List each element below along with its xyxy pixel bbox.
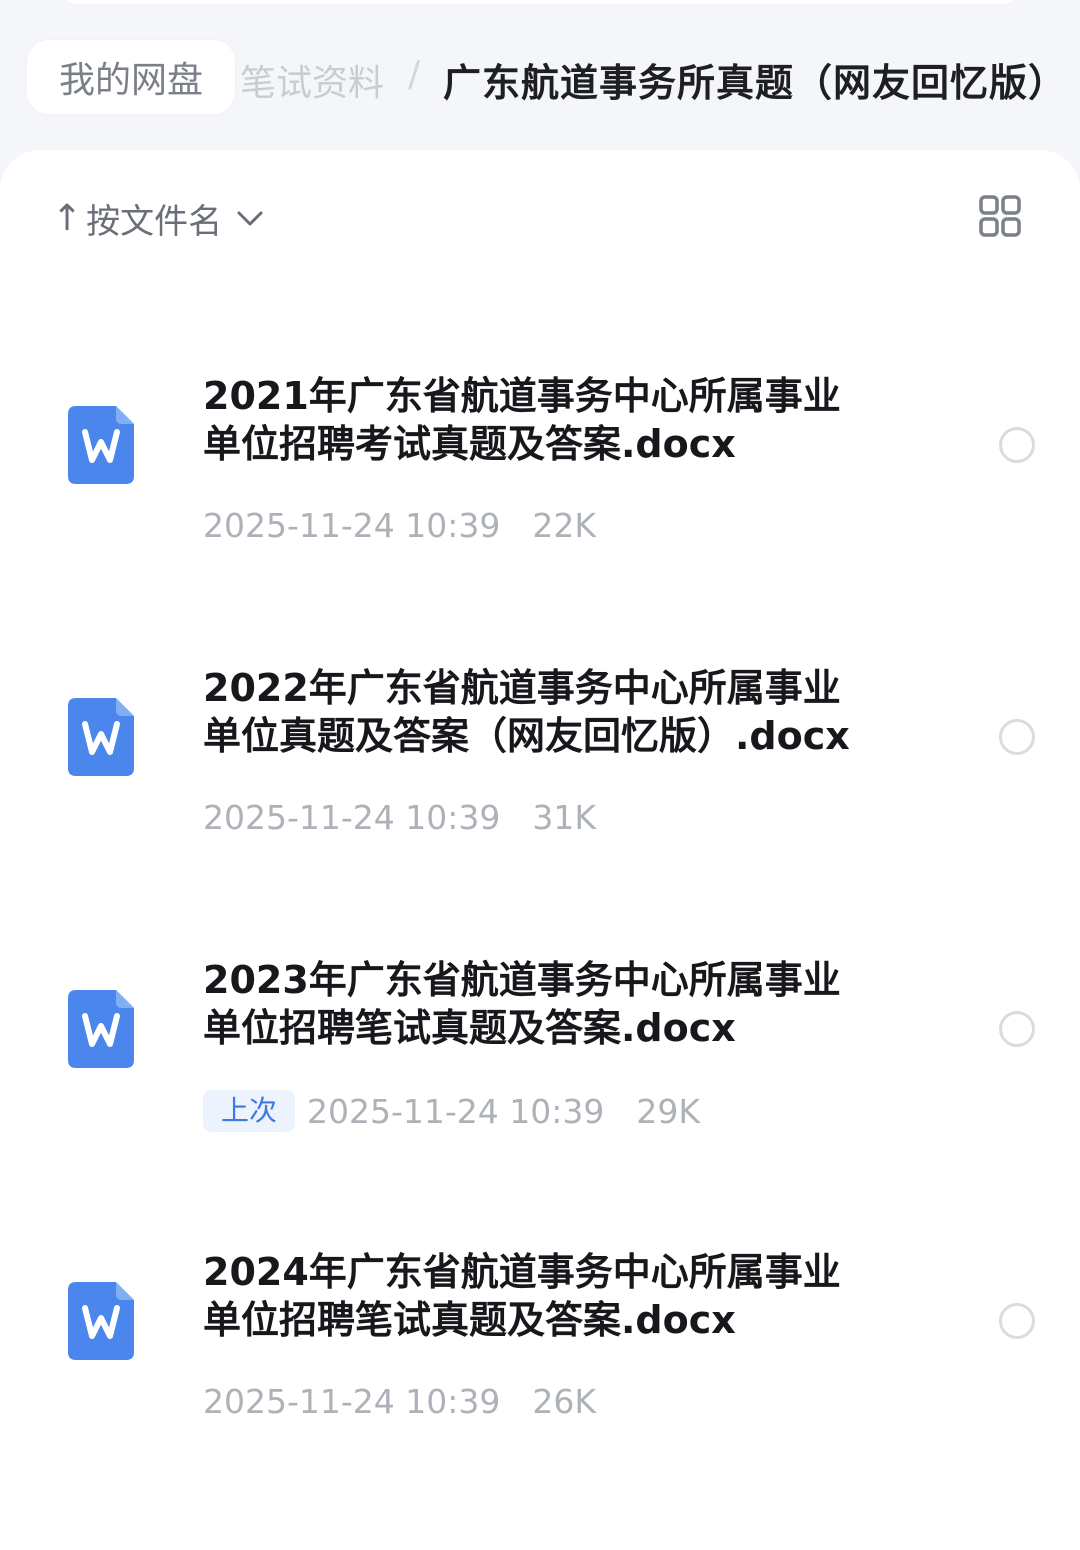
- breadcrumb-separator: /: [408, 54, 421, 95]
- file-name-line: 2021年广东省航道事务中心所属事业: [203, 374, 841, 418]
- sort-button[interactable]: ↑ 按文件名: [52, 194, 264, 243]
- file-name-line: 2022年广东省航道事务中心所属事业: [203, 666, 841, 710]
- file-name: 2022年广东省航道事务中心所属事业 单位真题及答案（网友回忆版）.docx: [203, 664, 903, 760]
- file-meta: 2025-11-24 10:39 22K: [203, 506, 596, 545]
- file-row[interactable]: 2023年广东省航道事务中心所属事业 单位招聘笔试真题及答案.docx 上次 2…: [0, 944, 1080, 1236]
- file-name-line: 2023年广东省航道事务中心所属事业: [203, 958, 841, 1002]
- file-meta: 2025-11-24 10:39 31K: [203, 798, 596, 837]
- file-name-line: 单位招聘笔试真题及答案.docx: [203, 1298, 736, 1342]
- last-opened-badge: 上次: [203, 1090, 296, 1132]
- file-size: 26K: [532, 1382, 597, 1421]
- select-checkbox[interactable]: [999, 1011, 1035, 1047]
- sort-direction-icon: ↑: [52, 198, 83, 239]
- file-date: 2025-11-24 10:39: [203, 506, 501, 545]
- grid-view-icon[interactable]: [978, 194, 1022, 238]
- file-date: 2025-11-24 10:39: [203, 1382, 501, 1421]
- file-meta: 上次 2025-11-24 10:39 29K: [203, 1090, 700, 1132]
- word-file-icon: [68, 406, 134, 484]
- file-date: 2025-11-24 10:39: [203, 798, 501, 837]
- word-file-icon: [68, 1282, 134, 1360]
- breadcrumb-current: 广东航道事务所真题（网友回忆版）: [443, 61, 1068, 105]
- file-meta: 2025-11-24 10:39 26K: [203, 1382, 596, 1421]
- file-size: 31K: [532, 798, 597, 837]
- file-name: 2024年广东省航道事务中心所属事业 单位招聘笔试真题及答案.docx: [203, 1248, 903, 1344]
- breadcrumb: 笔试资料 / 广东航道事务所真题（网友回忆版） 我的网盘: [0, 36, 1080, 120]
- file-name-line: 单位真题及答案（网友回忆版）.docx: [203, 714, 850, 758]
- sort-label: 按文件名: [86, 202, 223, 242]
- file-row[interactable]: 2024年广东省航道事务中心所属事业 单位招聘笔试真题及答案.docx 2025…: [0, 1236, 1080, 1528]
- file-size: 29K: [636, 1091, 701, 1131]
- word-file-icon: [68, 698, 134, 776]
- file-row[interactable]: 2021年广东省航道事务中心所属事业 单位招聘考试真题及答案.docx 2025…: [0, 360, 1080, 652]
- select-checkbox[interactable]: [999, 427, 1035, 463]
- select-checkbox[interactable]: [999, 1303, 1035, 1339]
- file-row[interactable]: 2022年广东省航道事务中心所属事业 单位真题及答案（网友回忆版）.docx 2…: [0, 652, 1080, 944]
- file-date: 2025-11-24 10:39: [307, 1091, 605, 1131]
- breadcrumb-parent[interactable]: 笔试资料: [240, 54, 384, 106]
- file-name: 2023年广东省航道事务中心所属事业 单位招聘笔试真题及答案.docx: [203, 956, 903, 1052]
- file-name-line: 单位招聘笔试真题及答案.docx: [203, 1006, 736, 1050]
- chevron-down-icon: [237, 211, 263, 225]
- file-name-line: 2024年广东省航道事务中心所属事业: [203, 1250, 841, 1294]
- file-name: 2021年广东省航道事务中心所属事业 单位招聘考试真题及答案.docx: [203, 372, 903, 468]
- select-checkbox[interactable]: [999, 719, 1035, 755]
- word-file-icon: [68, 990, 134, 1068]
- file-list-panel: ↑ 按文件名 2021年广东省航道事务中心所属事业 单位招聘考试真题及答案.do…: [0, 150, 1080, 1550]
- file-name-line: 单位招聘考试真题及答案.docx: [203, 422, 736, 466]
- breadcrumb-root[interactable]: 我的网盘: [27, 40, 235, 114]
- top-panel-edge: [60, 0, 1020, 4]
- file-size: 22K: [532, 506, 597, 545]
